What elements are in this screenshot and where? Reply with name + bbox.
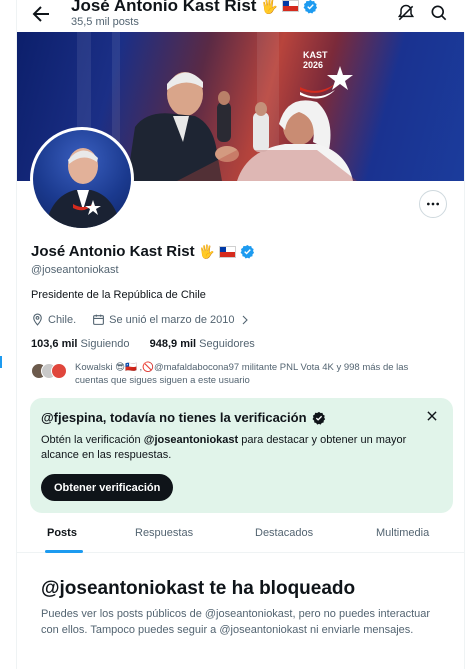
followed-by-row[interactable]: Kowalski 😎🇨🇱 ,🚫@mafaldabocona97 militant… [31,361,443,387]
followers-label: Seguidores [199,338,255,350]
verified-badge-icon[interactable] [240,244,255,259]
chile-flag-icon [281,0,299,12]
blocked-description: Puedes ver los posts públicos de @josean… [41,608,431,636]
profile-handle: @joseantoniokast [31,264,119,276]
follower-avatar [51,363,67,379]
following-label: Siguiendo [80,338,130,350]
profile-avatar[interactable] [30,127,134,231]
chevron-right-icon[interactable] [239,314,251,326]
logo-text-line1: KAST [303,50,328,60]
close-icon[interactable] [425,409,439,423]
verification-body-handle: @joseantoniokast [143,434,239,446]
followed-by-text: Kowalski 😎🇨🇱 ,🚫@mafaldabocona97 militant… [75,362,409,386]
tab-highlights[interactable]: Destacados [255,527,313,539]
following-link[interactable]: 103,6 mil Siguiendo [31,338,129,350]
followers-count: 948,9 mil [149,338,197,350]
verified-badge-icon [303,0,317,14]
post-count: 35,5 mil posts [71,16,139,28]
verification-card-body: Obtén la verificación @joseantoniokast p… [41,433,441,463]
verification-prompt-card: @fjespina, todavía no tienes la verifica… [30,398,453,513]
more-icon [427,202,439,206]
verification-card-title: @fjespina, todavía no tienes la verifica… [41,410,326,425]
verification-body-prefix: Obtén la verificación [41,434,144,446]
chile-flag-icon [218,245,236,258]
more-options-button[interactable] [419,190,447,218]
verification-title-text: @fjespina, todavía no tienes la verifica… [41,410,307,425]
blocked-title: @joseantoniokast te ha bloqueado [41,578,356,599]
logo-text-line2: 2026 [303,60,324,70]
tab-posts[interactable]: Posts [47,527,77,539]
header-name-text: José Antonio Kast Rist [71,0,257,15]
search-icon[interactable] [429,3,449,23]
profile-header-bar: José Antonio Kast Rist 🖐 35,5 mil posts [17,0,465,32]
header-profile-name: José Antonio Kast Rist 🖐 [71,0,318,16]
profile-bio: Presidente de la República de Chile [31,289,206,301]
raised-hand-emoji: 🖐 [260,0,278,14]
location-icon [33,313,42,326]
profile-tabs: Posts Respuestas Destacados Multimedia [17,519,464,553]
tab-replies[interactable]: Respuestas [135,527,193,539]
following-count: 103,6 mil [31,338,78,350]
avatar-photo [33,130,131,228]
profile-location: Chile. [48,313,77,326]
get-verified-button[interactable]: Obtener verificación [41,474,174,501]
scroll-marker [0,356,2,368]
profile-name: José Antonio Kast Rist 🖐 [31,243,255,260]
raised-hand-emoji: 🖐 [198,243,215,259]
active-tab-indicator [45,550,83,553]
no-notifications-icon[interactable] [396,3,416,23]
profile-name-text: José Antonio Kast Rist [31,243,195,260]
verified-badge-icon [312,411,325,425]
tab-media[interactable]: Multimedia [376,527,429,539]
kast-2026-logo: KAST 2026 [300,50,352,94]
follow-stats: 103,6 mil Siguiendo 948,9 mil Seguidores [31,338,255,350]
followers-link[interactable]: 948,9 mil Seguidores [150,338,255,350]
profile-joined-date: Se unió el marzo de 2010 [109,313,235,326]
profile-meta: Chile. Se unió el marzo de 2010 [31,313,251,326]
column-border-right [464,0,465,669]
calendar-icon [93,314,105,325]
back-arrow-icon[interactable] [29,2,53,26]
